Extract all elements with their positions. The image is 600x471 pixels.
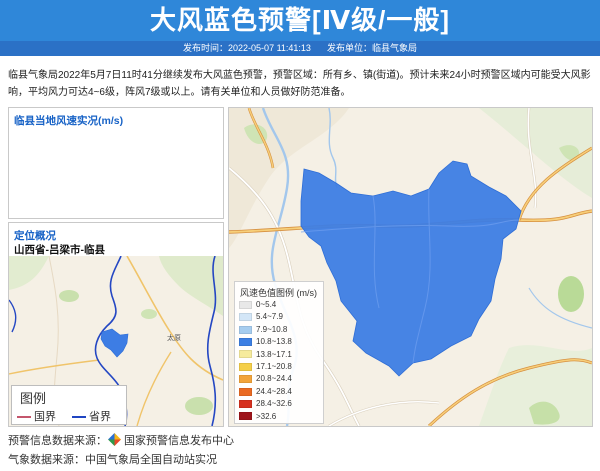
publish-info-bar: 发布时间：2022-05-07 11:41:13 发布单位：临县气象局	[0, 41, 600, 56]
wind-legend-swatch	[239, 362, 252, 371]
wind-legend-label: >32.6	[256, 411, 277, 421]
wind-legend-swatch	[239, 412, 252, 421]
location-region-path: 山西省-吕梁市-临县	[14, 244, 105, 256]
wind-legend-swatch	[239, 400, 252, 409]
wind-legend-swatch	[239, 313, 252, 322]
forest-area	[558, 276, 584, 312]
wind-legend-list: 0~5.4 5.4~7.9 7.9~10.8 10.8~13.8 13.8~17…	[239, 299, 321, 423]
warning-description: 临县气象局2022年5月7日11时41分继续发布大风蓝色预警，预警区域：所有乡、…	[8, 70, 591, 98]
provincial-border-line-icon	[72, 416, 86, 419]
weather-source: 气象数据来源：中国气象局全国自动站实况	[8, 454, 217, 466]
weather-source-line: 气象数据来源：中国气象局全国自动站实况	[8, 453, 217, 467]
warning-source-line: 预警信息数据来源： 国家预警信息发布中心	[8, 433, 234, 448]
warning-header: 大风蓝色预警[Ⅳ级/一般]	[0, 0, 600, 41]
location-legend-row: 国界 省界	[17, 408, 125, 424]
wind-legend-item: 20.8~24.4	[239, 373, 321, 385]
warning-source-name: 国家预警信息发布中心	[124, 435, 234, 447]
warning-center-logo-icon	[108, 433, 121, 446]
warning-source-label: 预警信息数据来源：	[8, 435, 107, 447]
wind-legend-item: 7.9~10.8	[239, 324, 321, 336]
wind-legend-item: >32.6	[239, 411, 321, 423]
wind-legend-swatch	[239, 300, 252, 309]
local-wind-panel: 临县当地风速实况(m/s)	[8, 107, 224, 219]
wind-legend-swatch	[239, 338, 252, 347]
wind-legend-label: 13.8~17.1	[256, 349, 292, 359]
warning-map-panel[interactable]: 风速色值图例 (m/s) 0~5.4 5.4~7.9 7.9~10.8 10.8…	[228, 107, 593, 427]
national-border-line-icon	[17, 416, 31, 419]
legend-label: 省界	[89, 411, 111, 423]
wind-legend-item: 10.8~13.8	[239, 336, 321, 348]
wind-legend-label: 5.4~7.9	[256, 312, 283, 322]
wind-legend-item: 13.8~17.1	[239, 349, 321, 361]
wind-legend-label: 7.9~10.8	[256, 324, 288, 334]
wind-legend-label: 17.1~20.8	[256, 361, 292, 371]
location-legend-title: 图例	[20, 391, 47, 406]
wind-legend-item: 28.4~32.6	[239, 398, 321, 410]
legend-item-national-border: 国界	[17, 408, 56, 424]
wind-legend-item: 24.4~28.4	[239, 386, 321, 398]
publish-time: 发布时间：2022-05-07 11:41:13	[183, 43, 311, 53]
location-panel: 定位概况 山西省-吕梁市-临县 太原 图例 国界 省界	[8, 222, 224, 427]
wind-speed-legend: 风速色值图例 (m/s) 0~5.4 5.4~7.9 7.9~10.8 10.8…	[234, 281, 324, 424]
legend-label: 国界	[34, 411, 56, 423]
warning-title: 大风蓝色预警[Ⅳ级/一般]	[149, 5, 451, 35]
wind-legend-swatch	[239, 387, 252, 396]
wind-legend-label: 10.8~13.8	[256, 337, 292, 347]
wind-legend-label: 24.4~28.4	[256, 386, 292, 396]
wind-legend-item: 5.4~7.9	[239, 311, 321, 323]
forest-area	[141, 309, 157, 319]
wind-legend-item: 17.1~20.8	[239, 361, 321, 373]
location-title: 定位概况	[14, 230, 56, 242]
local-wind-title: 临县当地风速实况(m/s)	[14, 115, 124, 127]
wind-legend-swatch	[239, 375, 252, 384]
forest-area	[59, 290, 79, 302]
wind-legend-item: 0~5.4	[239, 299, 321, 311]
legend-item-provincial-border: 省界	[72, 408, 111, 424]
wind-legend-swatch	[239, 325, 252, 334]
wind-legend-swatch	[239, 350, 252, 359]
wind-legend-label: 0~5.4	[256, 300, 277, 309]
wind-legend-title: 风速色值图例 (m/s)	[240, 288, 317, 298]
map-label-taiyuan: 太原	[167, 333, 181, 342]
wind-legend-label: 28.4~32.6	[256, 399, 292, 409]
publisher: 发布单位：临县气象局	[326, 43, 417, 53]
warning-page: 大风蓝色预警[Ⅳ级/一般] 发布时间：2022-05-07 11:41:13 发布…	[0, 0, 600, 471]
wind-legend-label: 20.8~24.4	[256, 374, 292, 384]
location-map-legend: 图例 国界 省界	[11, 385, 127, 425]
forest-area	[185, 397, 213, 415]
